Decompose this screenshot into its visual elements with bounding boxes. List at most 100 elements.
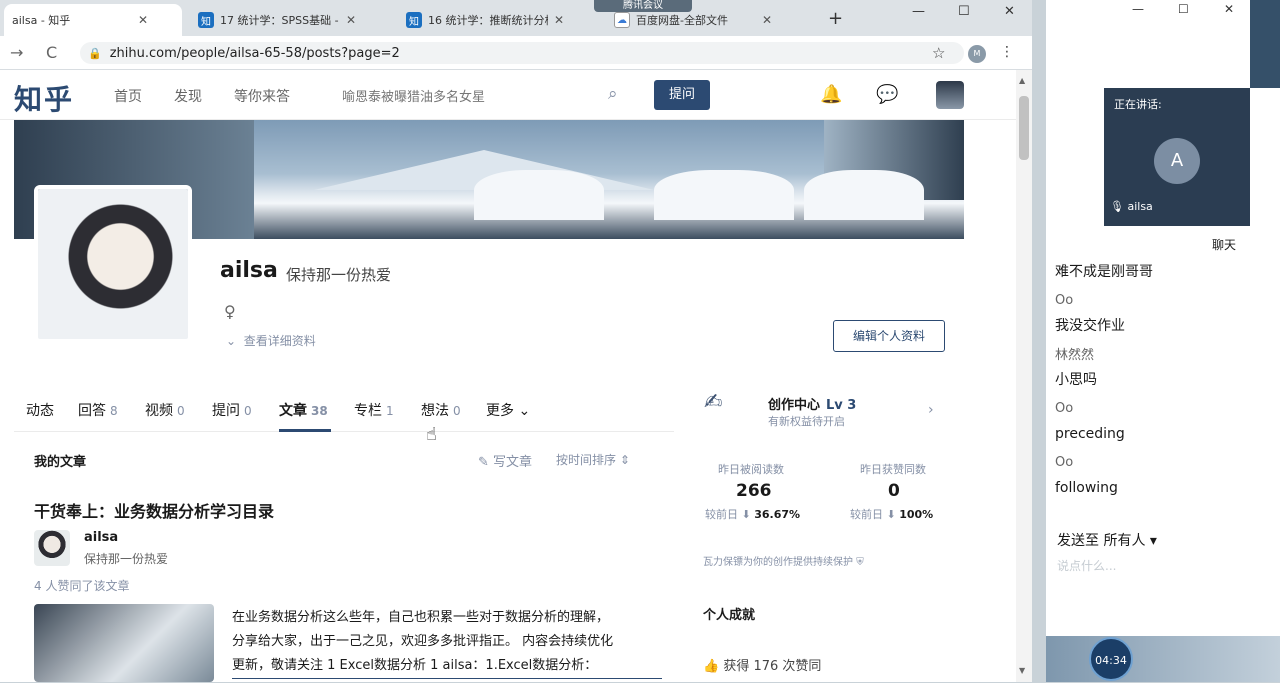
zhihu-favicon-icon: 知 bbox=[406, 12, 422, 28]
message-icon[interactable]: 💬 bbox=[876, 84, 898, 105]
excerpt-line: 更新，敬请关注 1 Excel数据分析 1 ailsa：1.Excel数据分析： bbox=[232, 654, 662, 679]
tab-answers[interactable]: 回答 8 bbox=[78, 400, 118, 420]
author-name[interactable]: ailsa bbox=[84, 530, 118, 545]
search-input[interactable]: 喻恩泰被曝猎油多名女星 bbox=[342, 86, 485, 105]
tab-videos[interactable]: 视频 0 bbox=[145, 400, 185, 420]
stat-value: 266 bbox=[736, 481, 772, 501]
chat-message: 难不成是刚哥哥 bbox=[1055, 264, 1153, 280]
url-field[interactable]: 🔒 zhihu.com/people/ailsa-65-58/posts?pag… bbox=[80, 42, 964, 64]
chevron-right-icon[interactable]: › bbox=[928, 402, 934, 418]
tab-more[interactable]: 更多 ⌄ bbox=[486, 400, 530, 420]
thumbs-up-icon: 👍 bbox=[703, 659, 720, 674]
excerpt-line: 分享给大家，出于一己之见，欢迎多多批评指正。 内容会持续优化 bbox=[232, 634, 614, 649]
article-title[interactable]: 干货奉上：业务数据分析学习目录 bbox=[34, 498, 274, 522]
stat-delta: 较前日 ⬇ 36.67% bbox=[705, 508, 801, 521]
minimize-icon[interactable]: — bbox=[912, 4, 925, 19]
chat-message: preceding bbox=[1055, 426, 1125, 442]
banner-snow bbox=[654, 170, 794, 220]
stat-label: 昨日获赞同数 bbox=[860, 463, 926, 476]
bell-icon[interactable]: 🔔 bbox=[820, 84, 842, 105]
article-thumbnail[interactable] bbox=[34, 604, 214, 682]
achievements-title: 个人成就 bbox=[703, 608, 756, 623]
arrow-down-icon: ⬇ bbox=[741, 508, 751, 521]
nav-waiting-answers[interactable]: 等你来答 bbox=[234, 86, 290, 106]
tab-columns[interactable]: 专栏 1 bbox=[354, 400, 394, 420]
browser-profile-avatar[interactable]: M bbox=[968, 45, 986, 63]
author-bio: 保持那一份热爱 bbox=[84, 552, 169, 566]
creator-subtitle: 有新权益待开启 bbox=[768, 415, 845, 428]
chat-message: 我没交作业 bbox=[1055, 318, 1125, 334]
view-details-label: 查看详细资料 bbox=[243, 334, 316, 348]
chat-message: following bbox=[1055, 480, 1118, 496]
tab-thoughts[interactable]: 想法 0 bbox=[421, 400, 461, 420]
creator-center-icon: ✍ bbox=[704, 390, 723, 415]
url-text: zhihu.com/people/ailsa-65-58/posts?page=… bbox=[109, 45, 400, 61]
tab-activity[interactable]: 动态 bbox=[26, 400, 58, 420]
meeting-toolbar bbox=[1046, 636, 1280, 682]
author-avatar[interactable] bbox=[34, 530, 70, 566]
meeting-badge: 腾讯会议 bbox=[594, 0, 692, 12]
close-icon[interactable]: ✕ bbox=[346, 13, 356, 27]
edit-profile-button[interactable]: 编辑个人资料 bbox=[833, 320, 945, 352]
maximize-icon[interactable]: ☐ bbox=[1178, 2, 1189, 16]
zhihu-logo[interactable]: 知乎 bbox=[14, 78, 74, 118]
creator-center-link[interactable]: 创作中心 Lv 3 bbox=[768, 394, 856, 413]
excerpt-line: 在业务数据分析这么些年，自己也积累一些对于数据分析的理解， bbox=[232, 610, 610, 625]
reload-icon[interactable]: C bbox=[46, 43, 57, 62]
close-window-icon[interactable]: ✕ bbox=[1004, 4, 1015, 19]
tab-ailsa[interactable]: ailsa - 知乎 ✕ bbox=[4, 4, 182, 36]
stat-value: 0 bbox=[888, 481, 900, 501]
address-bar: → C 🔒 zhihu.com/people/ailsa-65-58/posts… bbox=[0, 36, 1032, 70]
browser-window: ailsa - 知乎 ✕ 知 17 统计学：SPSS基础 - 知乎 ✕ 知 16… bbox=[0, 0, 1032, 682]
close-icon[interactable]: ✕ bbox=[554, 13, 564, 27]
speaker-avatar: A bbox=[1154, 138, 1200, 184]
scroll-up-icon: ▲ bbox=[1019, 76, 1026, 85]
article-excerpt[interactable]: 在业务数据分析这么些年，自己也积累一些对于数据分析的理解， 分享给大家，出于一己… bbox=[232, 606, 662, 679]
chat-sender: Oo bbox=[1055, 455, 1074, 470]
ask-button[interactable]: 提问 bbox=[654, 80, 710, 110]
new-tab-button[interactable]: + bbox=[828, 8, 843, 29]
zhihu-favicon-icon: 知 bbox=[198, 12, 214, 28]
profile-bio: 保持那一份热爱 bbox=[286, 266, 392, 284]
my-articles-title: 我的文章 bbox=[34, 455, 87, 470]
sort-icon: ⇕ bbox=[619, 453, 630, 467]
chat-sender: 林然然 bbox=[1055, 348, 1095, 363]
profile-name: ailsa bbox=[220, 258, 278, 283]
sort-button[interactable]: 按时间排序 ⇕ bbox=[556, 451, 630, 468]
tab-articles[interactable]: 文章 38 bbox=[279, 400, 328, 420]
search-icon[interactable]: ⌕ bbox=[608, 84, 618, 104]
maximize-icon[interactable]: ☐ bbox=[958, 4, 970, 19]
chat-title: 聊天 bbox=[1212, 238, 1237, 252]
tab-label: 17 统计学：SPSS基础 - 知乎 bbox=[220, 14, 340, 27]
forward-icon[interactable]: → bbox=[10, 43, 23, 62]
caret-down-icon: ▾ bbox=[1149, 533, 1157, 549]
nav-home[interactable]: 首页 bbox=[114, 86, 142, 106]
achievement-likes: 👍 获得 176 次赞同 bbox=[703, 659, 822, 674]
minimize-icon[interactable]: — bbox=[1132, 2, 1144, 16]
chat-sender: Oo bbox=[1055, 293, 1074, 308]
profile-avatar[interactable] bbox=[34, 185, 192, 343]
lock-icon: 🔒 bbox=[88, 46, 102, 60]
desktop-edge bbox=[1250, 0, 1280, 88]
close-window-icon[interactable]: ✕ bbox=[1224, 2, 1234, 16]
tab-questions[interactable]: 提问 0 bbox=[212, 400, 252, 420]
tab-label: 16 统计学：推断统计分析 - bbox=[428, 14, 548, 27]
write-article-button[interactable]: ✎ 写文章 bbox=[478, 451, 532, 470]
creator-level: Lv 3 bbox=[826, 398, 857, 413]
nav-discover[interactable]: 发现 bbox=[174, 86, 202, 106]
bookmark-star-icon[interactable]: ☆ bbox=[932, 44, 945, 62]
chat-input[interactable]: 说点什么... bbox=[1057, 557, 1116, 574]
menu-kebab-icon[interactable]: ⋮ bbox=[1000, 44, 1014, 60]
scroll-down-icon: ▼ bbox=[1019, 666, 1026, 675]
view-details-link[interactable]: ⌄ 查看详细资料 bbox=[226, 332, 316, 349]
tab-spss[interactable]: 知 17 统计学：SPSS基础 - 知乎 ✕ bbox=[190, 4, 390, 36]
tab-inference[interactable]: 知 16 统计学：推断统计分析 - ✕ bbox=[398, 4, 598, 36]
pencil-icon: ✎ bbox=[478, 455, 489, 470]
user-avatar[interactable] bbox=[936, 81, 964, 109]
send-to-selector[interactable]: 发送至 所有人 ▾ bbox=[1057, 530, 1157, 550]
speaker-tile: 正在讲话: A 🎙 ailsa bbox=[1104, 88, 1250, 226]
page-scrollbar[interactable]: ▲ ▼ bbox=[1016, 70, 1032, 682]
protection-note[interactable]: 瓦力保镖为你的创作提供持续保护 ⛨ bbox=[703, 553, 864, 568]
close-icon[interactable]: ✕ bbox=[762, 13, 772, 27]
close-icon[interactable]: ✕ bbox=[138, 13, 148, 27]
